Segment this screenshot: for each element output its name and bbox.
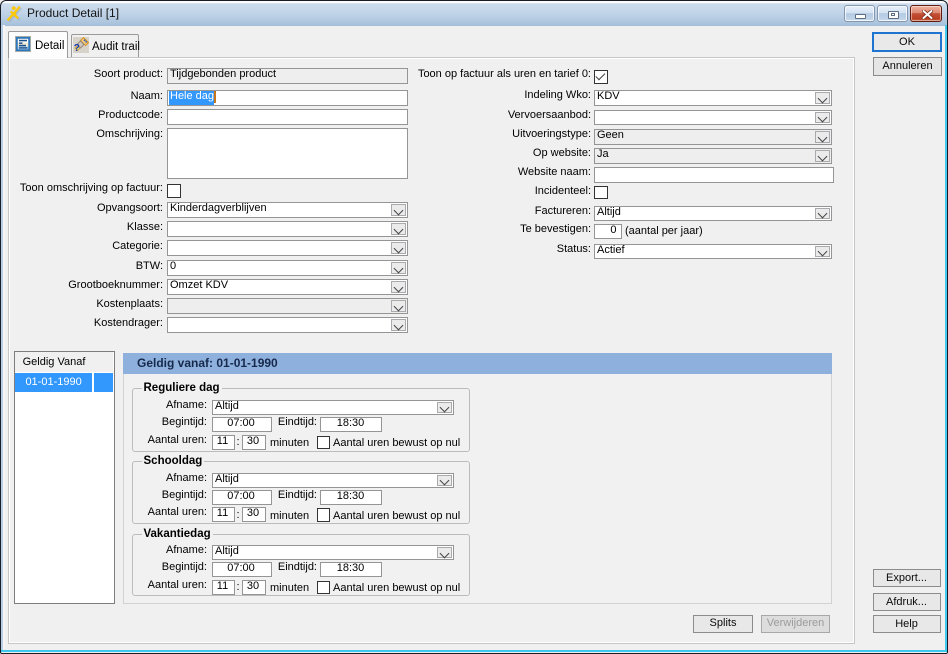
svg-text:?: ? bbox=[74, 43, 80, 53]
